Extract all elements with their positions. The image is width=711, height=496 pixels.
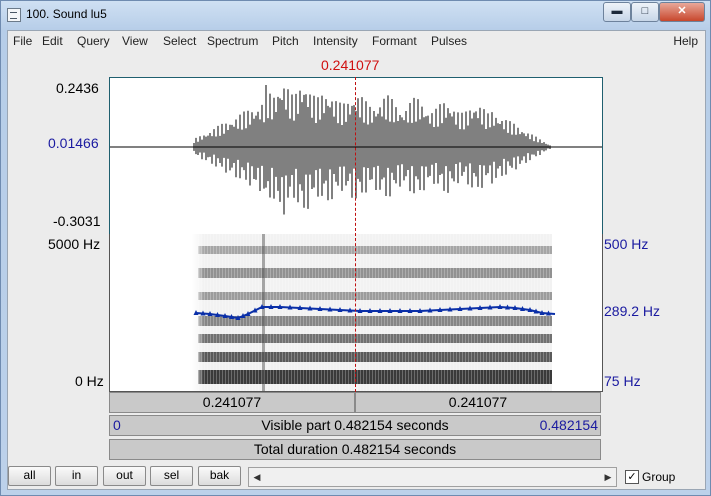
maximize-button[interactable]: □ (631, 2, 659, 22)
visible-end-label: 0.482154 (539, 417, 598, 433)
app-icon (7, 8, 21, 22)
bottom-toolbar: all in out sel bak ◀ ▶ ✓ Group (8, 462, 705, 489)
editor-panel: 0.241077 0.2436 0.01466 -0.3031 5000 Hz … (8, 51, 705, 489)
close-button[interactable]: ✕ (659, 2, 705, 22)
total-duration-bar[interactable]: Total duration 0.482154 seconds (109, 439, 601, 460)
waveform-value-label: 0.01466 (48, 135, 99, 151)
time-bar-left[interactable]: 0.241077 (109, 392, 355, 413)
menu-bar: File Edit Query View Select Spectrum Pit… (8, 31, 705, 51)
spectrogram-view[interactable] (109, 234, 603, 392)
time-bar-right-label: 0.241077 (448, 394, 508, 410)
menu-spectrum[interactable]: Spectrum (207, 34, 258, 48)
menu-edit[interactable]: Edit (42, 34, 63, 48)
visible-start-label: 0 (113, 417, 121, 433)
minimize-button[interactable]: ▬ (603, 2, 631, 22)
spectrogram-freq-top-label: 5000 Hz (48, 236, 101, 252)
praat-sound-window: 100. Sound lu5 ▬ □ ✕ File Edit Query Vie… (0, 0, 711, 496)
visible-part-label: Visible part 0.482154 seconds (261, 417, 449, 433)
bak-button[interactable]: bak (198, 466, 241, 486)
pitch-top-label: 500 Hz (604, 236, 649, 252)
spectrogram-graphic (192, 234, 556, 391)
menu-select[interactable]: Select (163, 34, 196, 48)
in-button[interactable]: in (55, 466, 98, 486)
horizontal-scrollbar[interactable]: ◀ ▶ (248, 467, 617, 487)
pitch-bottom-label: 75 Hz (604, 373, 641, 389)
menu-pitch[interactable]: Pitch (272, 34, 299, 48)
menu-view[interactable]: View (122, 34, 148, 48)
all-button[interactable]: all (8, 466, 51, 486)
window-title: 100. Sound lu5 (26, 7, 107, 21)
menu-help[interactable]: Help (673, 34, 698, 48)
time-bar-right[interactable]: 0.241077 (355, 392, 601, 413)
waveform-graphic (110, 84, 602, 215)
menu-pulses[interactable]: Pulses (431, 34, 467, 48)
group-checkbox[interactable]: ✓ (625, 470, 639, 484)
menu-file[interactable]: File (13, 34, 32, 48)
title-bar: 100. Sound lu5 ▬ □ ✕ (1, 1, 710, 29)
time-bar-left-label: 0.241077 (202, 394, 262, 410)
menu-intensity[interactable]: Intensity (313, 34, 358, 48)
group-label: Group (642, 470, 676, 484)
total-duration-label: Total duration 0.482154 seconds (253, 441, 457, 457)
visible-part-bar[interactable]: 0 Visible part 0.482154 seconds 0.482154 (109, 415, 601, 436)
scroll-left-icon[interactable]: ◀ (250, 469, 264, 484)
scroll-right-icon[interactable]: ▶ (601, 469, 615, 484)
menu-formant[interactable]: Formant (372, 34, 417, 48)
spectrogram-freq-bottom-label: 0 Hz (75, 373, 104, 389)
waveform-view[interactable] (109, 77, 603, 236)
out-button[interactable]: out (103, 466, 146, 486)
sel-button[interactable]: sel (150, 466, 193, 486)
client-area: File Edit Query View Select Spectrum Pit… (7, 30, 706, 490)
waveform-min-label: -0.3031 (53, 213, 101, 229)
menu-query[interactable]: Query (77, 34, 110, 48)
cursor-time-label: 0.241077 (321, 57, 380, 73)
waveform-max-label: 0.2436 (56, 80, 99, 96)
pitch-value-label: 289.2 Hz (604, 303, 661, 319)
cursor-line (355, 77, 356, 392)
